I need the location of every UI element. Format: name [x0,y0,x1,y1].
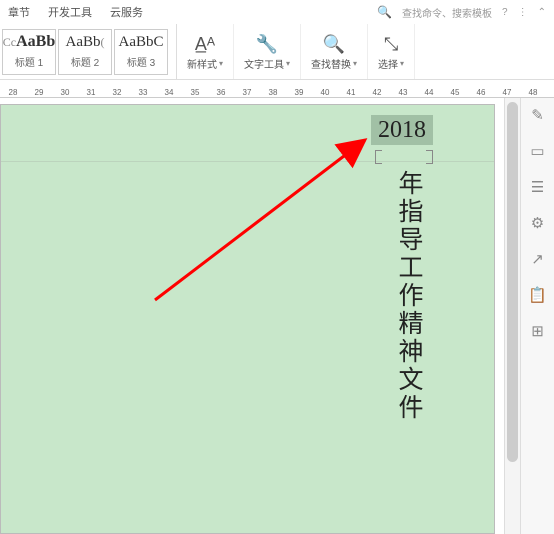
more-icon[interactable]: ⋮ [518,7,528,18]
menubar: 章节 开发工具 云服务 🔍 查找命令、搜索模板 ? ⋮ ⌃ [0,0,554,24]
pencil-icon[interactable]: ✎ [531,106,544,124]
side-panel: ✎ ▭ ☰ ⚙ ↗ 📋 ⊞ [520,98,554,534]
vertical-text-content[interactable]: 年指导工作精神文件 [390,170,426,422]
wrench-icon: 🔧 [256,32,278,56]
ruler-tick: 33 [130,88,156,97]
ruler-tick: 43 [390,88,416,97]
search-icon[interactable]: 🔍 [377,5,392,19]
magnifier-icon: 🔍 [323,32,345,56]
vertical-scrollbar[interactable] [504,98,520,534]
selection-handles[interactable] [375,150,433,164]
menu-devtools[interactable]: 开发工具 [48,4,92,20]
ruler-tick: 41 [338,88,364,97]
ruler-tick: 38 [260,88,286,97]
expand-icon[interactable]: ⌃ [538,7,546,18]
ruler-tick: 46 [468,88,494,97]
ruler-tick: 39 [286,88,312,97]
toolbar: CcAaBb 标题 1 AaBb( 标题 2 AaBbC 标题 3 A̲ᴬ 新样… [0,24,554,80]
style-heading-1[interactable]: CcAaBb 标题 1 [2,29,56,75]
workspace [0,98,520,534]
text-tool-button[interactable]: 🔧 文字工具▾ [234,24,301,79]
select-button[interactable]: ⤡ 选择▾ [368,24,415,79]
new-style-icon: A̲ᴬ [195,32,215,56]
ruler-tick: 29 [26,88,52,97]
ruler-tick: 40 [312,88,338,97]
ruler-tick: 28 [0,88,26,97]
ruler-tick: 30 [52,88,78,97]
help-icon[interactable]: ? [502,7,508,18]
select-icon[interactable]: ▭ [530,142,544,160]
selected-text[interactable]: 2018 [371,115,433,145]
style-heading-2[interactable]: AaBb( 标题 2 [58,29,112,75]
ruler-tick: 32 [104,88,130,97]
menu-cloud[interactable]: 云服务 [110,4,143,20]
ruler-tick: 44 [416,88,442,97]
ruler-tick: 42 [364,88,390,97]
new-style-button[interactable]: A̲ᴬ 新样式▾ [177,24,234,79]
ruler-tick: 45 [442,88,468,97]
ruler-tick: 35 [182,88,208,97]
horizontal-ruler[interactable]: 2829303132333435363738394041424344454647… [0,80,554,98]
style-gallery: CcAaBb 标题 1 AaBb( 标题 2 AaBbC 标题 3 [2,24,177,79]
grid-icon[interactable]: ⊞ [531,322,544,340]
ruler-tick: 48 [520,88,546,97]
ruler-tick: 36 [208,88,234,97]
clipboard-icon[interactable]: 📋 [528,286,547,304]
settings-icon[interactable]: ⚙ [531,214,544,232]
ruler-tick: 49 [546,88,554,97]
layers-icon[interactable]: ☰ [531,178,544,196]
ruler-tick: 31 [78,88,104,97]
find-replace-button[interactable]: 🔍 查找替换▾ [301,24,368,79]
scrollbar-thumb[interactable] [507,102,518,462]
ruler-tick: 34 [156,88,182,97]
search-placeholder[interactable]: 查找命令、搜索模板 [402,5,492,20]
cursor-icon: ⤡ [384,32,398,56]
style-heading-3[interactable]: AaBbC 标题 3 [114,29,168,75]
share-icon[interactable]: ↗ [531,250,544,268]
menu-chapter[interactable]: 章节 [8,4,30,20]
ruler-tick: 47 [494,88,520,97]
ruler-tick: 37 [234,88,260,97]
